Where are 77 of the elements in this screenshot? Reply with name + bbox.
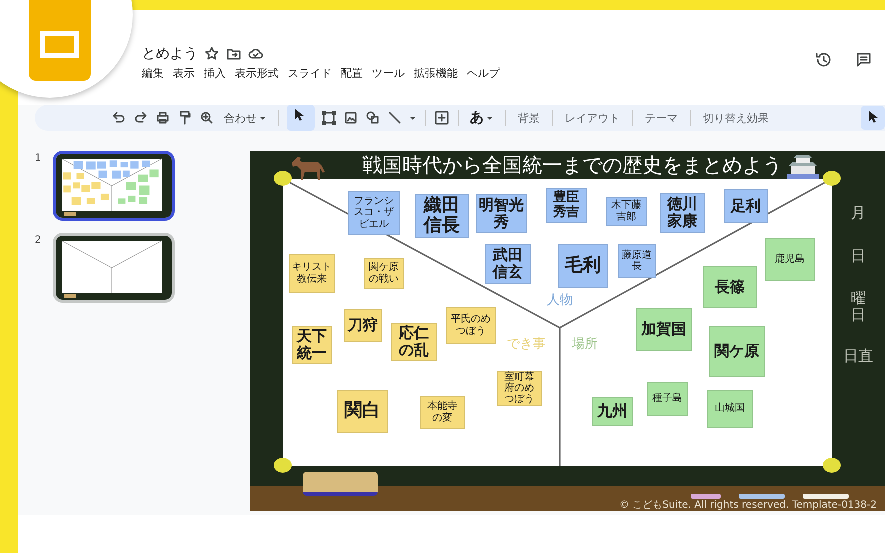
shapes-icon[interactable] bbox=[365, 110, 381, 126]
slide-number: 1 bbox=[35, 152, 42, 164]
sticky-note[interactable]: 本能寺の変 bbox=[420, 396, 465, 429]
sticky-note[interactable]: 山城国 bbox=[707, 390, 753, 428]
redo-icon[interactable] bbox=[133, 110, 149, 126]
sticky-note[interactable]: 織田信長 bbox=[415, 194, 469, 238]
print-icon[interactable] bbox=[155, 110, 171, 126]
sticky-note[interactable]: 長篠 bbox=[703, 266, 757, 308]
sticky-note[interactable]: 関ケ原 bbox=[709, 326, 765, 377]
sticky-note[interactable]: 関白 bbox=[337, 390, 388, 433]
sticky-note[interactable]: 種子島 bbox=[647, 382, 688, 416]
board-label: 日直 bbox=[844, 347, 874, 366]
menu-item[interactable]: 挿入 bbox=[204, 66, 226, 81]
board-label: 日 bbox=[851, 247, 866, 266]
menu-item[interactable]: スライド bbox=[288, 66, 332, 81]
comment-icon[interactable] bbox=[855, 51, 873, 69]
cursor-icon[interactable] bbox=[287, 105, 315, 131]
sticky-note[interactable]: 応仁の乱 bbox=[391, 323, 437, 361]
sticky-note[interactable]: 足利 bbox=[724, 189, 768, 223]
font-dropdown[interactable]: あ bbox=[467, 107, 497, 129]
toolbar-button[interactable]: テーマ bbox=[641, 108, 682, 128]
sticky-note[interactable]: 平氏のめつぼう bbox=[446, 307, 496, 344]
cloud-icon[interactable] bbox=[248, 46, 264, 62]
zoom-dropdown[interactable]: 合わせ bbox=[221, 108, 270, 128]
sticky-note[interactable]: 刀狩 bbox=[344, 309, 382, 342]
board-label: 月 bbox=[851, 204, 866, 223]
castle-icon bbox=[785, 154, 821, 180]
sticky-note[interactable]: 徳川家康 bbox=[660, 193, 705, 233]
sticky-note[interactable]: フランシスコ・ザビエル bbox=[348, 191, 400, 235]
slide-thumbnail[interactable] bbox=[53, 151, 175, 221]
add-comment-icon[interactable] bbox=[434, 110, 450, 126]
sticky-note[interactable]: 豊臣秀吉 bbox=[546, 188, 587, 223]
zoom-icon[interactable] bbox=[199, 110, 215, 126]
sticky-note[interactable]: 天下統一 bbox=[292, 326, 332, 364]
section-label: 人物 bbox=[547, 292, 573, 309]
copyright-text: © こどもSuite. All rights reserved. Template-0138-2 bbox=[620, 500, 877, 511]
caret-icon[interactable] bbox=[259, 114, 267, 122]
sticky-note[interactable]: 毛利 bbox=[558, 244, 608, 288]
menu-item[interactable]: ヘルプ bbox=[467, 66, 500, 81]
star-icon[interactable] bbox=[204, 46, 220, 62]
sticky-note[interactable]: 鹿児島 bbox=[765, 238, 815, 281]
image-icon[interactable] bbox=[343, 110, 359, 126]
sticky-note[interactable]: 加賀国 bbox=[636, 308, 692, 351]
menu-item[interactable]: ツール bbox=[372, 66, 405, 81]
pointer-icon[interactable] bbox=[861, 106, 885, 130]
sticky-note[interactable]: 室町幕府のめつぼう bbox=[497, 371, 542, 406]
toolbar-button[interactable]: 背景 bbox=[514, 108, 544, 128]
sticky-note[interactable]: 藤原道長 bbox=[618, 244, 656, 278]
sticky-note[interactable]: 明智光秀 bbox=[476, 194, 527, 233]
caret-icon[interactable] bbox=[486, 114, 494, 122]
sticky-note[interactable]: 木下藤吉郎 bbox=[606, 197, 647, 226]
menu-item[interactable]: 表示形式 bbox=[235, 66, 279, 81]
chalk-icon bbox=[803, 494, 849, 499]
document-title[interactable]: とめよう bbox=[142, 45, 198, 63]
line-icon[interactable] bbox=[387, 110, 403, 126]
select-box-icon[interactable] bbox=[321, 110, 337, 126]
caret-icon[interactable] bbox=[409, 114, 417, 122]
section-label: 場所 bbox=[572, 336, 598, 353]
section-label: でき事 bbox=[507, 336, 546, 353]
sticky-note[interactable]: キリスト教伝来 bbox=[289, 254, 335, 293]
undo-icon[interactable] bbox=[111, 110, 127, 126]
sticky-note[interactable]: 関ケ原の戦い bbox=[364, 258, 404, 289]
menu-item[interactable]: 拡張機能 bbox=[414, 66, 458, 81]
slide-thumbnail[interactable] bbox=[53, 233, 175, 303]
menu-item[interactable]: 編集 bbox=[142, 66, 164, 81]
slide-title: 戦国時代から全国統一までの歴史をまとめよう bbox=[362, 152, 782, 178]
sticky-note[interactable]: 武田信玄 bbox=[485, 244, 531, 284]
history-icon[interactable] bbox=[815, 51, 833, 69]
chalk-icon bbox=[691, 494, 721, 499]
sticky-note[interactable]: 九州 bbox=[592, 397, 633, 426]
menu-item[interactable]: 配置 bbox=[341, 66, 363, 81]
toolbar-button[interactable]: 切り替え効果 bbox=[699, 108, 773, 128]
board-label: 曜日 bbox=[851, 290, 866, 323]
toolbar-button[interactable]: レイアウト bbox=[561, 108, 624, 128]
menu-item[interactable]: 表示 bbox=[173, 66, 195, 81]
slide-number: 2 bbox=[35, 234, 42, 246]
chalk-icon bbox=[739, 494, 785, 499]
